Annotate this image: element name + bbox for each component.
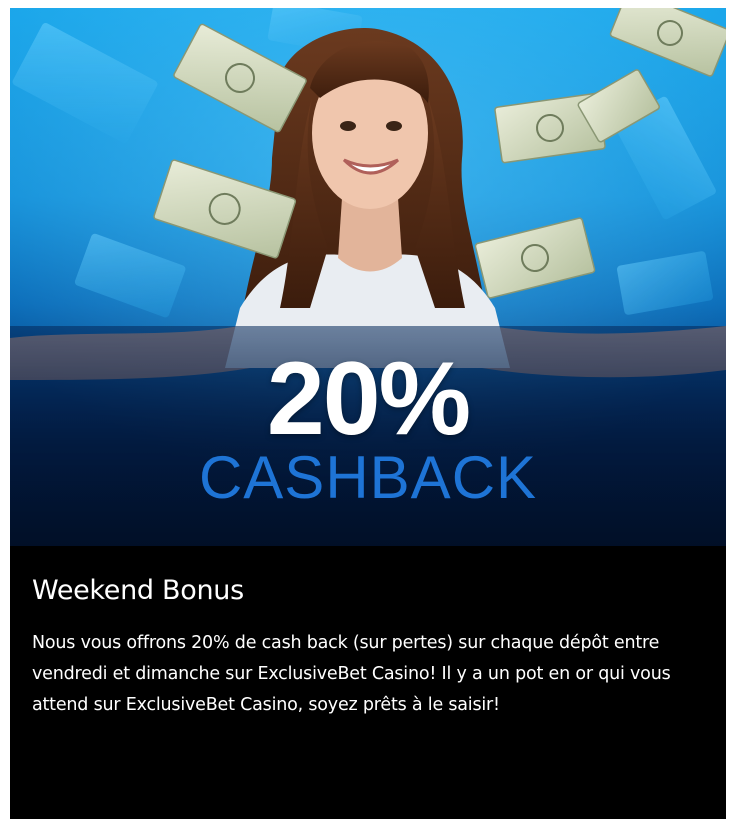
cashback-label: CASHBACK	[198, 444, 538, 511]
hero-banner: 20% CASHBACK	[10, 8, 726, 546]
promo-title: Weekend Bonus	[32, 575, 244, 606]
promo-card[interactable]: 20% CASHBACK Weekend Bonus Nous vous off…	[10, 8, 726, 819]
cashback-percent: 20%	[266, 341, 471, 457]
promo-info: Weekend Bonus Nous vous offrons 20% de c…	[10, 546, 726, 819]
promo-description: Nous vous offrons 20% de cash back (sur …	[32, 633, 671, 715]
